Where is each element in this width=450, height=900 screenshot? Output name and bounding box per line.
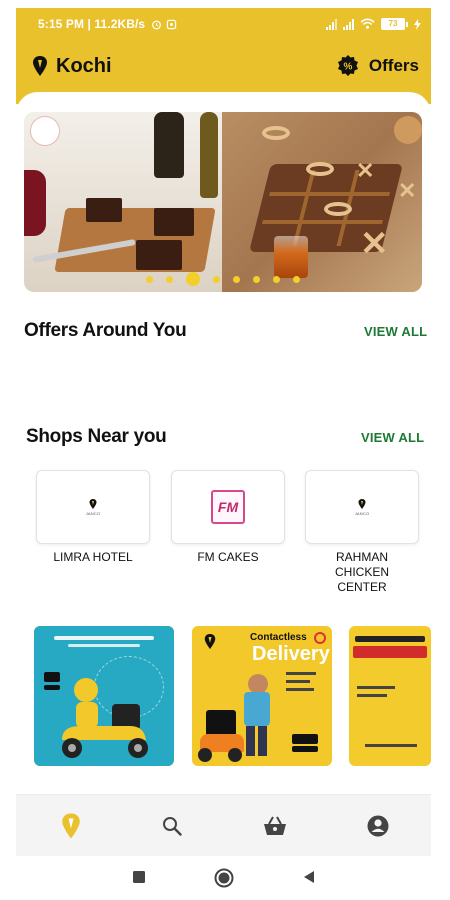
promo-card-contactless-delivery[interactable]: Contactless Delivery: [192, 626, 332, 766]
offers-section-title: Offers Around You: [24, 320, 187, 341]
janco-logo-icon: [358, 498, 366, 509]
search-icon: [163, 817, 182, 836]
promo-contactless-label: Contactless: [250, 632, 307, 643]
shop-name-fm-cakes[interactable]: FM CAKES: [171, 550, 285, 565]
shop-card-fm-cakes[interactable]: FM: [171, 470, 285, 544]
location-label: Kochi: [56, 54, 112, 77]
offers-button[interactable]: % Offers: [337, 40, 419, 92]
svg-text:%: %: [343, 62, 352, 73]
nav-basket-button[interactable]: [260, 811, 290, 841]
carousel-dot[interactable]: [166, 275, 173, 283]
brand-logo-badge: [30, 116, 60, 146]
shop-card-limra-hotel[interactable]: JANCO: [36, 470, 150, 544]
back-triangle-icon: [304, 871, 314, 883]
promo-card-partial[interactable]: [349, 626, 431, 766]
shop-name-rahman-chicken[interactable]: RAHMAN CHICKEN CENTER: [312, 550, 412, 595]
shops-section-title: Shops Near you: [26, 426, 167, 447]
account-icon: [367, 815, 389, 837]
carousel-dot[interactable]: [213, 275, 220, 283]
recents-button[interactable]: [132, 870, 146, 889]
nav-account-button[interactable]: [363, 811, 393, 841]
carousel-dot[interactable]: [146, 275, 153, 283]
shop-card-rahman-chicken[interactable]: JANCO: [305, 470, 419, 544]
wifi-icon: [360, 18, 375, 29]
location-selector[interactable]: Kochi: [32, 40, 112, 92]
offers-label: Offers: [368, 56, 419, 75]
janco-logo-icon: [89, 498, 97, 509]
offers-view-all-link[interactable]: VIEW ALL: [364, 324, 427, 339]
fm-cakes-logo: FM: [211, 490, 245, 524]
janco-logo-icon: [204, 634, 216, 649]
home-icon: [62, 813, 80, 839]
banner-image-brownies: [24, 112, 222, 292]
promo-banner-carousel[interactable]: ✕ ✕ ✕: [24, 112, 422, 292]
promo-delivery-headline: Delivery: [252, 643, 330, 665]
scooter-rider-illustration: [62, 678, 148, 758]
shops-view-all-link[interactable]: VIEW ALL: [361, 430, 424, 445]
basket-icon: [264, 816, 286, 835]
signal-icon: [326, 18, 337, 30]
alarm-icon: [152, 20, 162, 29]
carousel-indicator: [24, 272, 422, 286]
status-bar: 5:15 PM | 11.2KB/s 73: [16, 8, 431, 40]
signal-icon-2: [343, 18, 354, 30]
battery-level: 73: [388, 19, 398, 28]
bottom-navigation: [16, 794, 431, 856]
carousel-dot[interactable]: [293, 275, 300, 283]
carousel-dot[interactable]: [233, 275, 240, 283]
banner-image-tic-tac-toe: ✕ ✕ ✕: [222, 112, 422, 292]
app-screen: 5:15 PM | 11.2KB/s 73 Kochi % Offers ✕ ✕…: [16, 8, 431, 856]
battery-icon: 73: [381, 18, 408, 30]
nav-home-button[interactable]: [56, 811, 86, 841]
back-button[interactable]: [302, 870, 316, 889]
app-bar: Kochi % Offers: [16, 40, 431, 122]
charging-icon: [414, 18, 421, 30]
home-circle-icon: [214, 868, 234, 888]
location-pin-icon: [33, 56, 47, 76]
recents-square-icon: [133, 871, 145, 883]
nav-search-button[interactable]: [157, 811, 187, 841]
sync-icon: [166, 19, 177, 29]
home-button[interactable]: [214, 868, 234, 893]
shop-name-limra-hotel[interactable]: LIMRA HOTEL: [36, 550, 150, 565]
carousel-dot[interactable]: [273, 275, 280, 283]
system-navigation-bar: [16, 856, 431, 900]
discount-badge-icon: %: [337, 55, 358, 76]
carousel-dot[interactable]: [186, 272, 200, 286]
status-time-speed: 5:15 PM | 11.2KB/s: [38, 17, 146, 31]
carousel-dot[interactable]: [253, 275, 260, 283]
promo-card-scooter-delivery[interactable]: [34, 626, 174, 766]
